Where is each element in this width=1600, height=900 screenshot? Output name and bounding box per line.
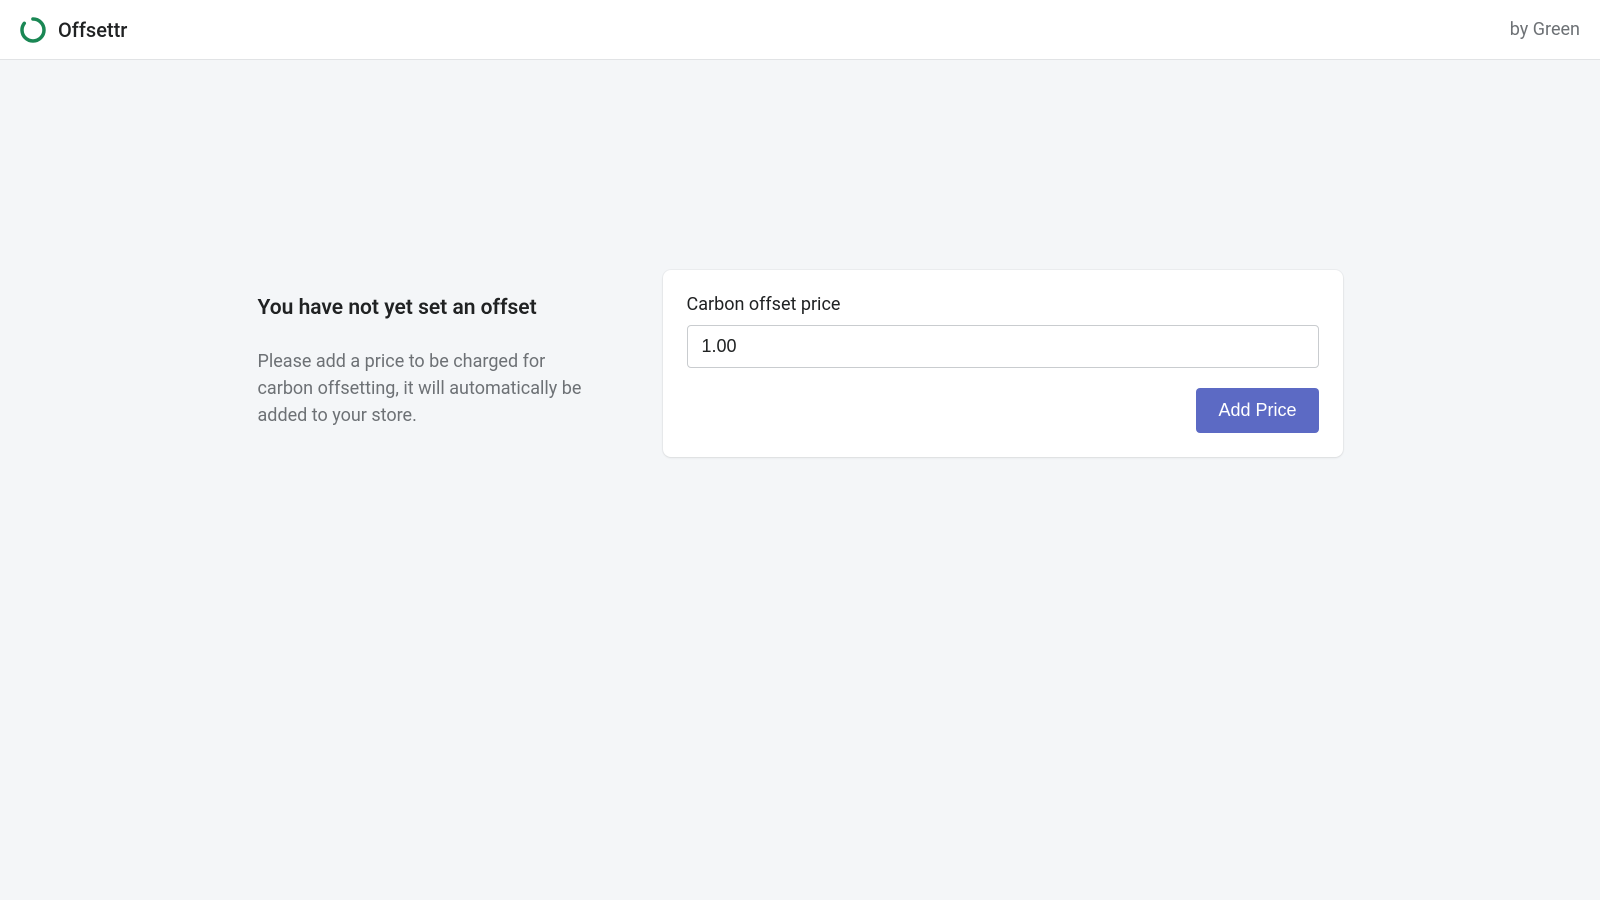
header-byline: by Green <box>1510 19 1580 40</box>
info-section: You have not yet set an offset Please ad… <box>258 270 603 457</box>
price-input[interactable] <box>687 325 1319 368</box>
page-heading: You have not yet set an offset <box>258 296 603 320</box>
app-title: Offsettr <box>58 18 127 42</box>
app-logo-icon <box>20 17 46 43</box>
price-field-label: Carbon offset price <box>687 294 1319 315</box>
card-actions: Add Price <box>687 388 1319 433</box>
add-price-button[interactable]: Add Price <box>1196 388 1318 433</box>
page-description: Please add a price to be charged for car… <box>258 348 603 429</box>
main-content: You have not yet set an offset Please ad… <box>170 60 1430 457</box>
price-card: Carbon offset price Add Price <box>663 270 1343 457</box>
app-header: Offsettr by Green <box>0 0 1600 60</box>
header-left: Offsettr <box>20 17 127 43</box>
